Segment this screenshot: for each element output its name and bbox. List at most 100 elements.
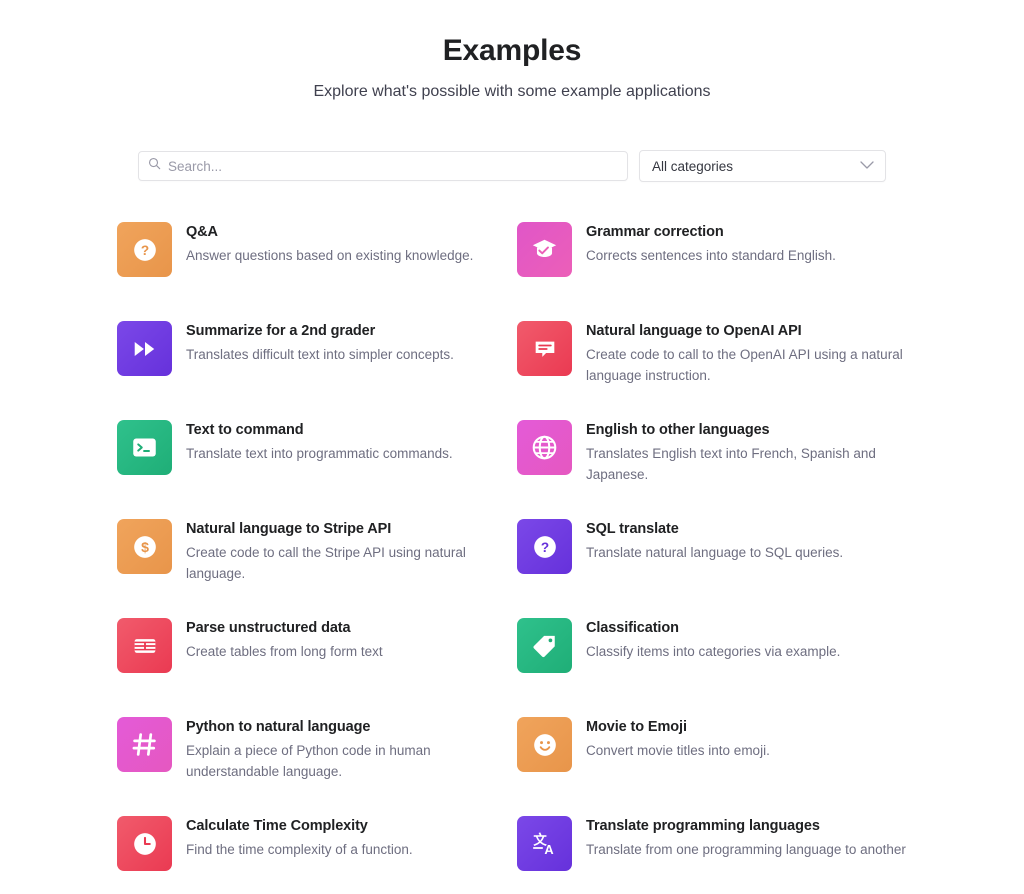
hash-icon (131, 731, 158, 758)
example-card-title: Text to command (186, 422, 304, 438)
example-card-text: Summarize for a 2nd grader Translates dif… (172, 319, 454, 365)
example-card-text: Python to natural language Explain a piec… (172, 715, 491, 782)
example-icon-tile: ? (117, 222, 172, 277)
example-card-description: Translate text into programmatic command… (186, 446, 453, 461)
svg-text:?: ? (140, 242, 148, 257)
example-card-text: Grammar correction Corrects sentences int… (572, 220, 836, 266)
example-icon-tile: 文 A (517, 816, 572, 871)
example-icon-tile (517, 618, 572, 673)
dollar-circle-icon: $ (132, 534, 158, 560)
example-icon-tile (117, 618, 172, 673)
example-card[interactable]: Natural language to OpenAI API Create cod… (517, 319, 907, 418)
example-card-text: Q&A Answer questions based on existing kn… (172, 220, 473, 266)
example-card-description: Find the time complexity of a function. (186, 842, 413, 857)
example-card[interactable]: Text to command Translate text into progr… (117, 418, 507, 517)
example-card-description: Translates difficult text into simpler c… (186, 347, 454, 362)
category-select-value: All categories (652, 158, 734, 174)
example-card-title: English to other languages (586, 422, 770, 438)
examples-grid: ? Q&A Answer questions based on existing … (117, 220, 907, 894)
fast-forward-icon (132, 336, 158, 362)
example-card[interactable]: Summarize for a 2nd grader Translates dif… (117, 319, 507, 418)
chevron-down-icon (860, 157, 874, 175)
example-card-text: Natural language to OpenAI API Create cod… (572, 319, 906, 386)
example-card-text: Movie to Emoji Convert movie titles into … (572, 715, 770, 761)
example-card-description: Translate natural language to SQL querie… (586, 545, 844, 560)
example-card-title: Python to natural language (186, 719, 371, 735)
examples-page: Examples Explore what's possible with so… (0, 0, 1024, 894)
example-card-title: Classification (586, 620, 679, 636)
example-card-description: Create code to call to the OpenAI API us… (586, 347, 903, 383)
example-icon-tile: ? (517, 519, 572, 574)
example-card-title: Natural language to OpenAI API (586, 323, 802, 339)
example-card[interactable]: Classification Classify items into catego… (517, 616, 907, 715)
example-card[interactable]: English to other languages Translates Eng… (517, 418, 907, 517)
chat-bubble-icon (532, 336, 558, 362)
page-title: Examples (442, 34, 582, 67)
example-card-text: Text to command Translate text into progr… (172, 418, 453, 464)
question-mark-circle-icon: ? (132, 237, 158, 263)
globe-icon (531, 434, 558, 461)
example-card-title: Q&A (186, 224, 218, 240)
example-card[interactable]: $ Natural language to Stripe API Create c… (117, 517, 507, 616)
example-card-description: Explain a piece of Python code in human … (186, 743, 431, 779)
example-card-title: Parse unstructured data (186, 620, 351, 636)
example-card-title: SQL translate (586, 521, 679, 537)
example-card[interactable]: ? SQL translate Translate natural languag… (517, 517, 907, 616)
example-card-text: Classification Classify items into catego… (572, 616, 840, 662)
example-card[interactable]: 文 A Translate programming languages Trans… (517, 814, 907, 894)
example-icon-tile (117, 321, 172, 376)
search-input[interactable] (168, 158, 618, 174)
example-card-description: Create tables from long form text (186, 644, 383, 659)
example-card-title: Movie to Emoji (586, 719, 687, 735)
example-icon-tile (517, 420, 572, 475)
example-card-description: Classify items into categories via examp… (586, 644, 841, 659)
question-mark-circle-icon: ? (532, 534, 558, 560)
svg-text:A: A (544, 841, 553, 856)
clock-icon (132, 831, 158, 857)
example-card[interactable]: Movie to Emoji Convert movie titles into … (517, 715, 907, 814)
example-card-title: Translate programming languages (586, 818, 820, 834)
example-card[interactable]: Grammar correction Corrects sentences int… (517, 220, 907, 319)
example-icon-tile: $ (117, 519, 172, 574)
graduation-cap-icon (531, 236, 558, 263)
example-icon-tile (517, 717, 572, 772)
example-card-description: Create code to call the Stripe API using… (186, 545, 466, 581)
example-icon-tile (117, 420, 172, 475)
svg-text:?: ? (540, 539, 548, 554)
example-card-text: Translate programming languages Translate… (572, 814, 906, 860)
example-icon-tile (117, 717, 172, 772)
example-card-title: Grammar correction (586, 224, 724, 240)
page-subtitle: Explore what's possible with some exampl… (313, 83, 711, 100)
example-card[interactable]: ? Q&A Answer questions based on existing … (117, 220, 507, 319)
page-header: Examples Explore what's possible with so… (0, 0, 1024, 104)
example-card-title: Calculate Time Complexity (186, 818, 368, 834)
example-card-description: Translate from one programming language … (586, 842, 906, 857)
example-card-description: Translates English text into French, Spa… (586, 446, 876, 482)
example-card-text: Natural language to Stripe API Create cod… (172, 517, 491, 584)
table-icon (132, 633, 158, 659)
example-icon-tile (517, 222, 572, 277)
filter-controls: All categories (138, 150, 886, 182)
svg-text:$: $ (141, 539, 149, 555)
example-card[interactable]: Calculate Time Complexity Find the time c… (117, 814, 507, 894)
example-card-title: Natural language to Stripe API (186, 521, 392, 537)
smiley-face-icon (532, 732, 558, 758)
example-card-text: Parse unstructured data Create tables fro… (172, 616, 383, 662)
example-card[interactable]: Python to natural language Explain a piec… (117, 715, 507, 814)
translate-icon: 文 A (531, 830, 559, 858)
example-icon-tile (517, 321, 572, 376)
search-box[interactable] (138, 151, 628, 181)
example-card-description: Convert movie titles into emoji. (586, 743, 770, 758)
example-card-description: Answer questions based on existing knowl… (186, 248, 474, 263)
example-card[interactable]: Parse unstructured data Create tables fro… (117, 616, 507, 715)
example-card-text: English to other languages Translates Eng… (572, 418, 906, 485)
example-card-title: Summarize for a 2nd grader (186, 323, 376, 339)
example-card-text: Calculate Time Complexity Find the time c… (172, 814, 413, 860)
terminal-icon (131, 434, 158, 461)
example-card-text: SQL translate Translate natural language … (572, 517, 843, 563)
example-icon-tile (117, 816, 172, 871)
search-icon (148, 157, 161, 175)
category-select[interactable]: All categories (639, 150, 886, 182)
tag-icon (532, 633, 558, 659)
example-card-description: Corrects sentences into standard English… (586, 248, 836, 263)
